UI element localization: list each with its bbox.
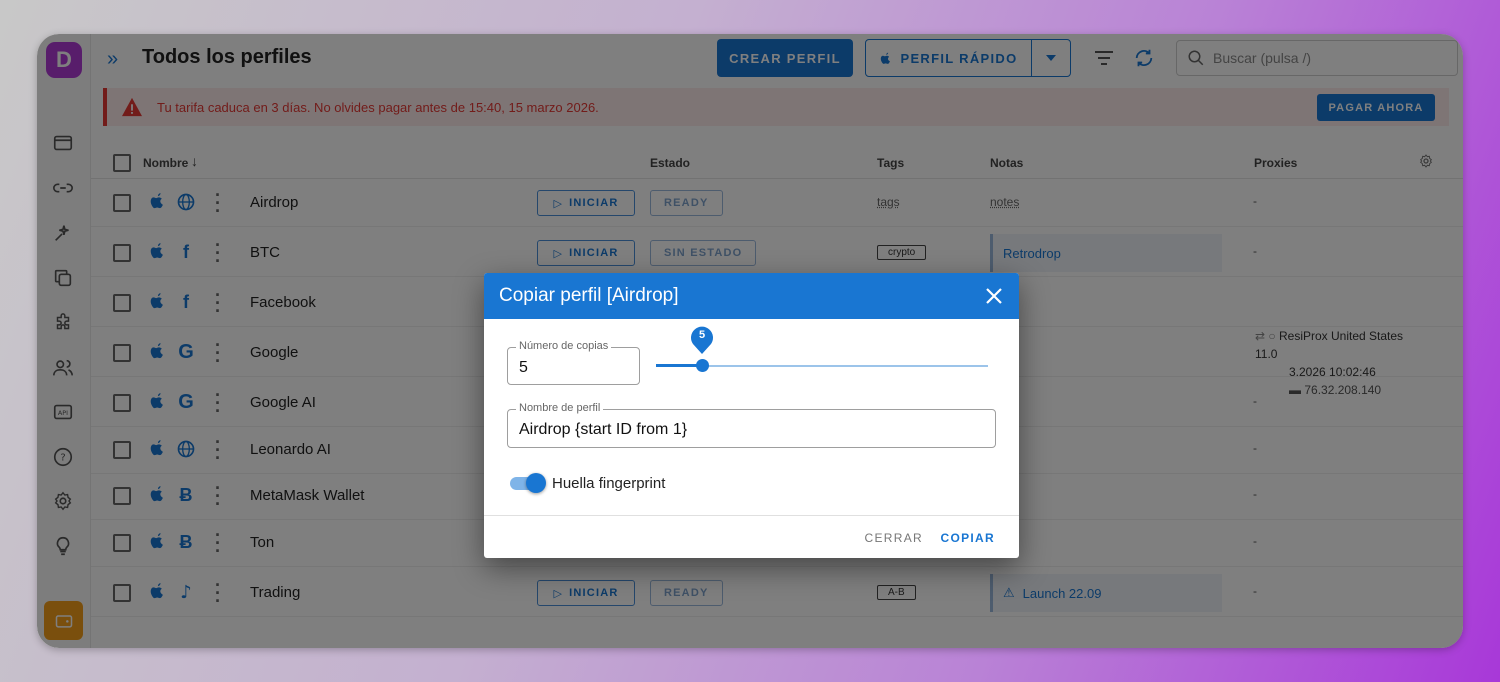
slider-value-label: 5 bbox=[698, 329, 706, 341]
copies-label: Número de copias bbox=[516, 340, 612, 352]
dialog-footer: CERRAR COPIAR bbox=[484, 515, 1019, 558]
copy-profile-dialog: Copiar perfil [Airdrop] Número de copias… bbox=[484, 273, 1019, 558]
copies-field[interactable]: Número de copias 5 bbox=[507, 340, 640, 385]
fingerprint-label: Huella fingerprint bbox=[552, 475, 666, 492]
profile-name-label: Nombre de perfil bbox=[516, 402, 604, 414]
close-icon[interactable] bbox=[983, 285, 1005, 307]
copy-button[interactable]: COPIAR bbox=[941, 531, 995, 545]
slider-value-bubble: 5 bbox=[690, 324, 714, 354]
fingerprint-toggle[interactable] bbox=[510, 473, 546, 493]
dialog-header: Copiar perfil [Airdrop] bbox=[484, 273, 1019, 319]
profile-name-field[interactable]: Nombre de perfil Airdrop {start ID from … bbox=[507, 402, 996, 448]
profile-name-value: Airdrop {start ID from 1} bbox=[519, 421, 688, 438]
copies-slider[interactable]: 5 bbox=[656, 326, 988, 372]
slider-thumb[interactable] bbox=[696, 359, 709, 372]
dialog-title: Copiar perfil [Airdrop] bbox=[499, 285, 679, 306]
close-button[interactable]: CERRAR bbox=[865, 531, 923, 545]
copies-value: 5 bbox=[519, 359, 528, 376]
